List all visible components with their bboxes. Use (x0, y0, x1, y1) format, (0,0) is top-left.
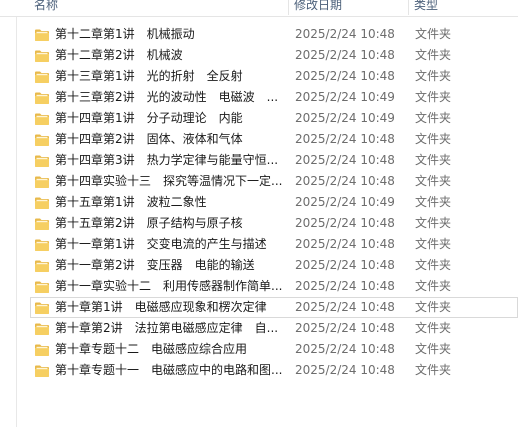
file-name: 第十四章第2讲 固体、液体和气体 (55, 132, 243, 146)
file-type: 文件夹 (415, 153, 452, 167)
list-item[interactable]: 第十章专题十二 电磁感应综合应用 2025/2/24 10:48 文件夹 (30, 339, 518, 360)
column-header-date[interactable]: 修改日期 (294, 0, 342, 14)
folder-icon (34, 154, 50, 168)
list-item[interactable]: 第十五章第2讲 原子结构与原子核 2025/2/24 10:48 文件夹 (30, 213, 518, 234)
modified-date: 2025/2/24 10:48 (295, 279, 395, 293)
folder-icon (34, 196, 50, 210)
modified-date: 2025/2/24 10:48 (295, 48, 395, 62)
file-type: 文件夹 (415, 48, 452, 62)
file-type: 文件夹 (415, 237, 452, 251)
column-divider[interactable] (288, 0, 289, 15)
list-item[interactable]: 第十四章第2讲 固体、液体和气体 2025/2/24 10:48 文件夹 (30, 129, 518, 150)
list-item[interactable]: 第十四章第1讲 分子动理论 内能 2025/2/24 10:49 文件夹 (30, 108, 518, 129)
file-name: 第十一章第1讲 交变电流的产生与描述 (55, 237, 267, 251)
folder-icon (34, 343, 50, 357)
file-type: 文件夹 (415, 363, 452, 377)
modified-date: 2025/2/24 10:49 (295, 195, 395, 209)
modified-date: 2025/2/24 10:48 (295, 27, 395, 41)
file-type: 文件夹 (415, 300, 452, 314)
folder-icon (34, 322, 50, 336)
file-name: 第十二章第1讲 机械振动 (55, 27, 195, 41)
list-item[interactable]: 第十一章第1讲 交变电流的产生与描述 2025/2/24 10:48 文件夹 (30, 234, 518, 255)
modified-date: 2025/2/24 10:48 (295, 321, 395, 335)
list-item[interactable]: 第十二章第2讲 机械波 2025/2/24 10:48 文件夹 (30, 45, 518, 66)
folder-icon (34, 70, 50, 84)
modified-date: 2025/2/24 10:49 (295, 90, 395, 104)
modified-date: 2025/2/24 10:48 (295, 216, 395, 230)
column-divider[interactable] (408, 0, 409, 15)
file-type: 文件夹 (415, 111, 452, 125)
file-type: 文件夹 (415, 27, 452, 41)
file-name: 第十三章第1讲 光的折射 全反射 (55, 69, 243, 83)
folder-icon (34, 364, 50, 378)
modified-date: 2025/2/24 10:48 (295, 237, 395, 251)
file-name: 第十五章第2讲 原子结构与原子核 (55, 216, 243, 230)
folder-icon (34, 280, 50, 294)
modified-date: 2025/2/24 10:48 (295, 174, 395, 188)
list-item[interactable]: 第十三章第2讲 光的波动性 电磁波 ... 2025/2/24 10:49 文件夹 (30, 87, 518, 108)
file-name: 第十四章第1讲 分子动理论 内能 (55, 111, 243, 125)
file-name: 第十章专题十二 电磁感应综合应用 (55, 342, 248, 356)
file-name: 第十三章第2讲 光的波动性 电磁波 ... (55, 90, 279, 104)
file-type: 文件夹 (415, 132, 452, 146)
folder-icon (34, 175, 50, 189)
list-item[interactable]: 第十五章第1讲 波粒二象性 2025/2/24 10:49 文件夹 (30, 192, 518, 213)
column-header-name[interactable]: 名称 (34, 0, 58, 14)
file-type: 文件夹 (415, 279, 452, 293)
folder-icon (34, 259, 50, 273)
file-name: 第十一章第2讲 变压器 电能的输送 (55, 258, 255, 272)
list-item[interactable]: 第十章第1讲 电磁感应现象和楞次定律 2025/2/24 10:48 文件夹 (30, 297, 518, 318)
modified-date: 2025/2/24 10:48 (295, 363, 395, 377)
modified-date: 2025/2/24 10:48 (295, 258, 395, 272)
list-item[interactable]: 第十章专题十一 电磁感应中的电路和图... 2025/2/24 10:48 文件夹 (30, 360, 518, 381)
folder-icon (34, 91, 50, 105)
file-name: 第十四章第3讲 热力学定律与能量守恒... (55, 153, 279, 167)
modified-date: 2025/2/24 10:48 (295, 300, 395, 314)
modified-date: 2025/2/24 10:48 (295, 132, 395, 146)
modified-date: 2025/2/24 10:48 (295, 342, 395, 356)
file-type: 文件夹 (415, 90, 452, 104)
list-item[interactable]: 第十四章实验十三 探究等温情况下一定... 2025/2/24 10:48 文件夹 (30, 171, 518, 192)
folder-icon (34, 112, 50, 126)
list-item[interactable]: 第十四章第3讲 热力学定律与能量守恒... 2025/2/24 10:48 文件夹 (30, 150, 518, 171)
folder-icon (34, 49, 50, 63)
modified-date: 2025/2/24 10:48 (295, 69, 395, 83)
list-item[interactable]: 第十章第2讲 法拉第电磁感应定律 自... 2025/2/24 10:48 文件夹 (30, 318, 518, 339)
file-type: 文件夹 (415, 195, 452, 209)
list-item[interactable]: 第十一章第2讲 变压器 电能的输送 2025/2/24 10:48 文件夹 (30, 255, 518, 276)
modified-date: 2025/2/24 10:48 (295, 153, 395, 167)
modified-date: 2025/2/24 10:49 (295, 111, 395, 125)
file-type: 文件夹 (415, 216, 452, 230)
file-name: 第十二章第2讲 机械波 (55, 48, 183, 62)
file-name: 第十五章第1讲 波粒二象性 (55, 195, 207, 209)
folder-icon (34, 238, 50, 252)
folder-icon (34, 217, 50, 231)
file-type: 文件夹 (415, 174, 452, 188)
file-type: 文件夹 (415, 258, 452, 272)
list-item[interactable]: 第十二章第1讲 机械振动 2025/2/24 10:48 文件夹 (30, 24, 518, 45)
file-name: 第十一章实验十二 利用传感器制作简单... (55, 279, 283, 293)
folder-icon (34, 28, 50, 42)
file-name: 第十章第2讲 法拉第电磁感应定律 自... (55, 321, 279, 335)
file-name: 第十章专题十一 电磁感应中的电路和图... (55, 363, 283, 377)
file-type: 文件夹 (415, 69, 452, 83)
file-name: 第十四章实验十三 探究等温情况下一定... (55, 174, 283, 188)
navigation-pane-divider (16, 17, 17, 427)
column-header: 名称 修改日期 类型 (0, 0, 518, 17)
file-type: 文件夹 (415, 321, 452, 335)
file-type: 文件夹 (415, 342, 452, 356)
folder-icon (34, 133, 50, 147)
list-item[interactable]: 第十三章第1讲 光的折射 全反射 2025/2/24 10:48 文件夹 (30, 66, 518, 87)
file-name: 第十章第1讲 电磁感应现象和楞次定律 (55, 300, 267, 314)
list-item[interactable]: 第十一章实验十二 利用传感器制作简单... 2025/2/24 10:48 文件夹 (30, 276, 518, 297)
column-header-type[interactable]: 类型 (414, 0, 438, 14)
folder-icon (34, 301, 50, 315)
